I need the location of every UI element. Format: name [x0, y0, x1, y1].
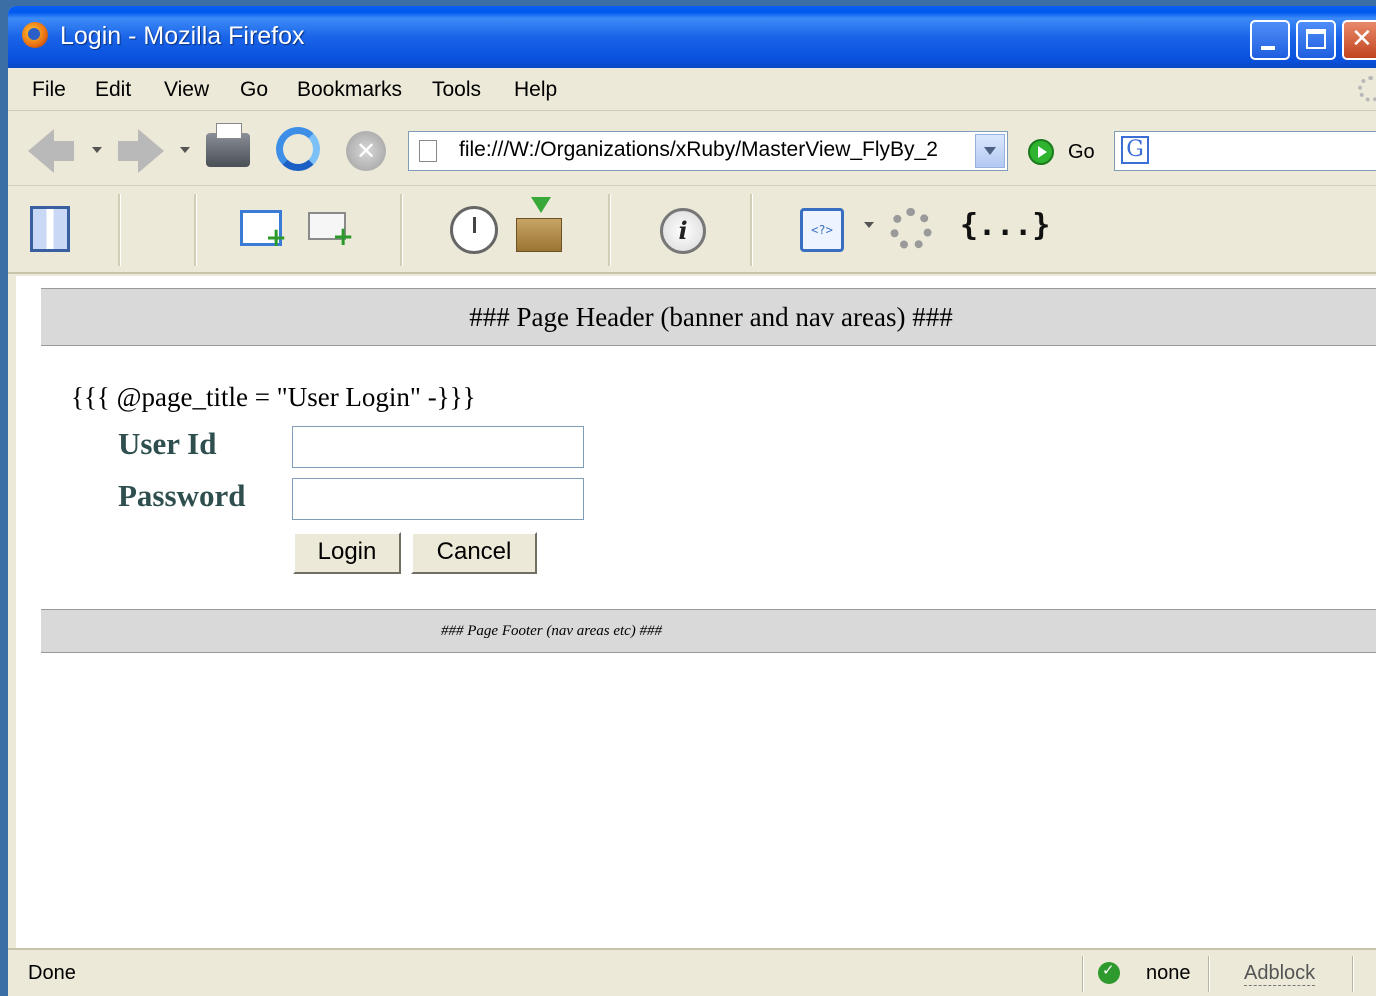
user-id-label: User Id: [118, 426, 217, 461]
toolbar-separator: [194, 194, 197, 266]
title-bar[interactable]: Login - Mozilla Firefox: [8, 6, 1376, 68]
login-button[interactable]: Login: [293, 532, 401, 574]
cancel-button[interactable]: Cancel: [411, 532, 537, 574]
menu-view[interactable]: View: [164, 78, 209, 102]
reload-icon[interactable]: [276, 127, 320, 171]
status-separator: [1352, 956, 1354, 992]
new-window-icon[interactable]: [240, 210, 287, 253]
search-box[interactable]: G: [1114, 131, 1376, 171]
history-clock-icon[interactable]: [450, 206, 498, 254]
maximize-button[interactable]: [1296, 20, 1336, 60]
menu-help[interactable]: Help: [514, 78, 557, 102]
address-dropdown-icon[interactable]: [975, 134, 1005, 168]
menu-go[interactable]: Go: [240, 78, 268, 102]
page-title-template: {{{ @page_title = "User Login" -}}}: [71, 382, 476, 412]
proxy-status[interactable]: none: [1146, 962, 1191, 985]
page-header-band: ### Page Header (banner and nav areas) #…: [41, 288, 1376, 346]
page-footer-band: ### Page Footer (nav areas etc) ###: [41, 609, 1376, 653]
navigation-toolbar: ✕ file:///W:/Organizations/xRuby/MasterV…: [8, 111, 1376, 186]
print-icon[interactable]: [206, 123, 250, 167]
status-text: Done: [28, 962, 76, 984]
view-source-dropdown-icon[interactable]: [864, 222, 874, 228]
throbber-icon: [1358, 76, 1376, 102]
google-search-icon[interactable]: G: [1121, 136, 1149, 164]
status-separator: [1082, 956, 1084, 992]
view-source-icon[interactable]: <?>: [800, 208, 844, 252]
address-text[interactable]: file:///W:/Organizations/xRuby/MasterVie…: [459, 138, 938, 162]
menu-bookmarks[interactable]: Bookmarks: [297, 78, 402, 102]
go-icon[interactable]: [1028, 139, 1054, 165]
page-info-icon[interactable]: i: [660, 208, 706, 254]
menu-file[interactable]: File: [32, 78, 66, 102]
status-separator: [1208, 956, 1210, 992]
toolbar-separator: [608, 194, 611, 266]
window-title: Login - Mozilla Firefox: [60, 22, 305, 50]
new-tab-icon[interactable]: [308, 212, 354, 252]
back-dropdown-icon[interactable]: [92, 147, 102, 153]
bookmarks-sidebar-icon[interactable]: [30, 206, 70, 252]
menu-bar: File Edit View Go Bookmarks Tools Help: [8, 68, 1376, 111]
go-button-label[interactable]: Go: [1068, 141, 1095, 164]
code-braces-icon[interactable]: {...}: [960, 208, 1050, 243]
page-footer-text: ### Page Footer (nav areas etc) ###: [441, 623, 663, 639]
stop-icon[interactable]: ✕: [346, 131, 386, 171]
downloads-box-icon[interactable]: [516, 197, 562, 252]
password-input[interactable]: [292, 478, 584, 520]
address-bar[interactable]: file:///W:/Organizations/xRuby/MasterVie…: [408, 131, 1008, 171]
forward-dropdown-icon[interactable]: [180, 147, 190, 153]
password-label: Password: [118, 478, 246, 513]
page-content: ### Page Header (banner and nav areas) #…: [16, 276, 1376, 948]
menu-tools[interactable]: Tools: [432, 78, 481, 102]
user-id-input[interactable]: [292, 426, 584, 468]
browser-window: Login - Mozilla Firefox File Edit View G…: [8, 6, 1376, 996]
forward-arrow-icon[interactable]: [138, 129, 164, 173]
firefox-icon: [22, 22, 48, 48]
extensions-toolbar: i <?> {...}: [8, 186, 1376, 274]
adblock-status[interactable]: Adblock: [1244, 962, 1316, 986]
back-arrow-tail-icon[interactable]: [52, 141, 74, 161]
status-bar: Done none Adblock: [8, 948, 1376, 996]
toolbar-separator: [118, 194, 121, 266]
page-icon: [419, 140, 437, 162]
status-ok-icon[interactable]: [1098, 961, 1120, 984]
minimize-button[interactable]: [1250, 20, 1290, 60]
toolbar-separator: [400, 194, 403, 266]
forward-arrow-tail-icon[interactable]: [118, 141, 140, 161]
toolbar-separator: [750, 194, 753, 266]
back-arrow-icon[interactable]: [28, 129, 54, 173]
close-button[interactable]: [1342, 20, 1376, 60]
menu-edit[interactable]: Edit: [95, 78, 131, 102]
settings-gear-icon[interactable]: [890, 208, 932, 250]
